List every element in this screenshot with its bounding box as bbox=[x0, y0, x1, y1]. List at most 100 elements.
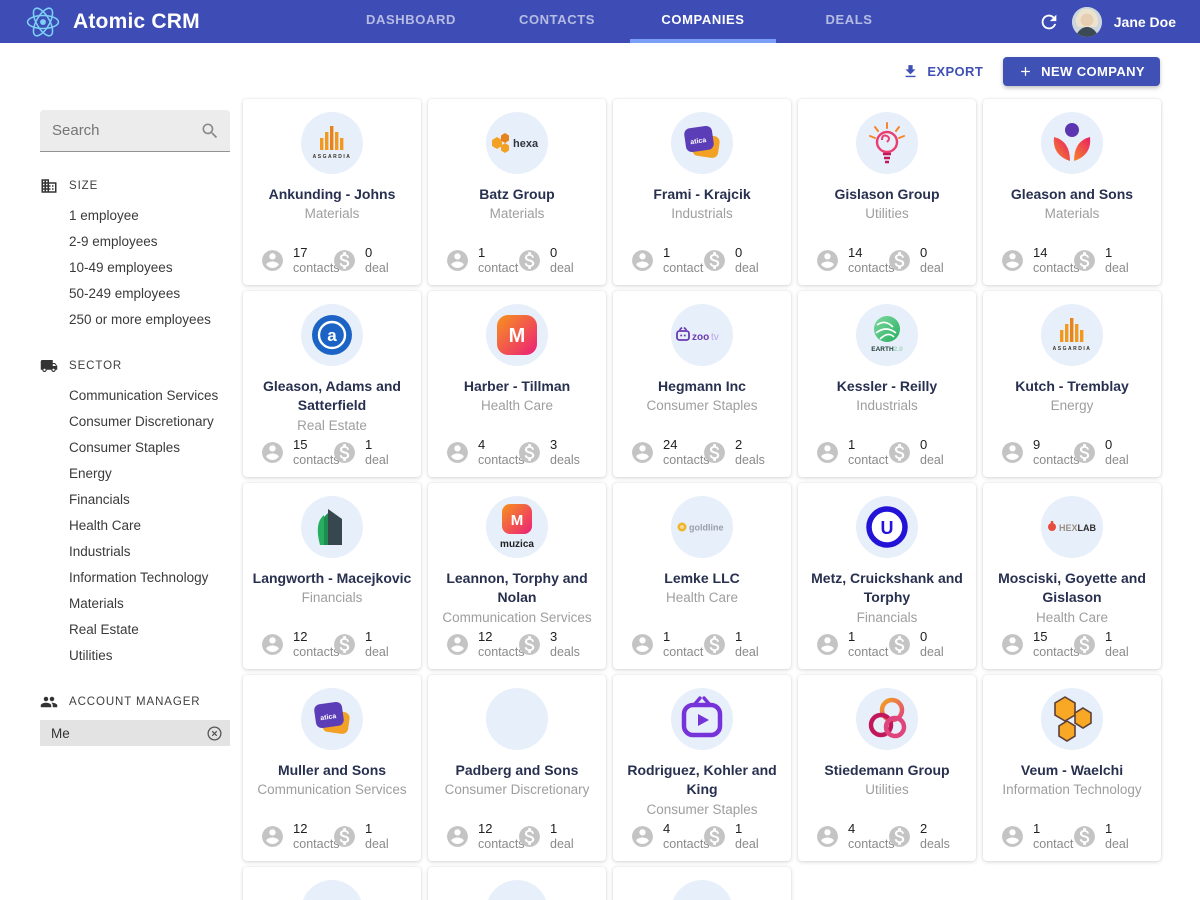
contacts-stat: 12 contacts bbox=[260, 630, 332, 659]
sector-filter-item[interactable]: Real Estate bbox=[69, 616, 230, 642]
company-card[interactable]: Stiedemann Group Utilities 4 contacts bbox=[798, 675, 976, 861]
company-card[interactable]: Padberg and Sons Consumer Discretionary … bbox=[428, 675, 606, 861]
company-card[interactable]: M muzica Leannon, Torphy and Nolan Commu… bbox=[428, 483, 606, 669]
contacts-stat: 12 contacts bbox=[260, 822, 332, 851]
svg-text:muzica: muzica bbox=[500, 539, 534, 550]
company-card[interactable]: U Metz, Cruickshank and Torphy Financial… bbox=[798, 483, 976, 669]
sector-filter-item[interactable]: Utilities bbox=[69, 642, 230, 668]
company-card[interactable] bbox=[243, 867, 421, 900]
sector-filter-item[interactable]: Communication Services bbox=[69, 382, 230, 408]
deals-stat: 1 deal bbox=[1072, 822, 1144, 851]
contacts-stat: 1 contact bbox=[1000, 822, 1072, 851]
company-card[interactable]: atica Frami - Krajcik Industrials 1 cont… bbox=[613, 99, 791, 285]
sector-filter-item[interactable]: Industrials bbox=[69, 538, 230, 564]
filter-section-sector: SECTOR Communication ServicesConsumer Di… bbox=[40, 357, 230, 668]
dollar-icon bbox=[517, 824, 542, 849]
sector-filter-item[interactable]: Health Care bbox=[69, 512, 230, 538]
company-card[interactable] bbox=[613, 867, 791, 900]
company-card[interactable]: EARTH2.0 Kessler - Reilly Industrials 1 … bbox=[798, 291, 976, 477]
contacts-stat: 4 contacts bbox=[630, 822, 702, 851]
deals-stat: 2 deals bbox=[702, 438, 774, 467]
person-icon bbox=[1000, 248, 1025, 273]
sector-filter-item[interactable]: Materials bbox=[69, 590, 230, 616]
sector-filter-item[interactable]: Consumer Staples bbox=[69, 434, 230, 460]
dollar-icon bbox=[517, 248, 542, 273]
contacts-stat: 1 contact bbox=[815, 438, 887, 467]
size-filter-item[interactable]: 10-49 employees bbox=[69, 254, 230, 280]
contacts-stat: 1 contact bbox=[630, 630, 702, 659]
deals-stat: 1 deal bbox=[702, 630, 774, 659]
company-card[interactable]: Gleason and Sons Materials 14 contacts bbox=[983, 99, 1161, 285]
deals-label: deal bbox=[365, 837, 389, 851]
dollar-icon bbox=[332, 632, 357, 657]
nav-tab-companies[interactable]: COMPANIES bbox=[630, 0, 776, 43]
company-card[interactable]: { } bbox=[428, 867, 606, 900]
company-logo bbox=[671, 880, 733, 900]
sector-filter-item[interactable]: Consumer Discretionary bbox=[69, 408, 230, 434]
company-card[interactable]: goldline Lemke LLC Health Care 1 contact bbox=[613, 483, 791, 669]
contacts-count: 1 bbox=[663, 246, 703, 261]
company-card[interactable]: Langworth - Macejkovic Financials 12 con… bbox=[243, 483, 421, 669]
size-filter-item[interactable]: 2-9 employees bbox=[69, 228, 230, 254]
company-card[interactable]: hexa Batz Group Materials 1 contact bbox=[428, 99, 606, 285]
remove-filter-icon[interactable] bbox=[206, 725, 223, 742]
contacts-stat: 4 contacts bbox=[815, 822, 887, 851]
nav-tab-contacts[interactable]: CONTACTS bbox=[484, 0, 630, 43]
person-icon bbox=[260, 824, 285, 849]
nav-tab-dashboard[interactable]: DASHBOARD bbox=[338, 0, 484, 43]
sector-filter-item[interactable]: Information Technology bbox=[69, 564, 230, 590]
svg-text:HEXLAB: HEXLAB bbox=[1059, 523, 1097, 533]
company-name: Kutch - Tremblay bbox=[1015, 377, 1129, 396]
company-sector: Communication Services bbox=[257, 782, 406, 797]
company-card[interactable]: a Gleason, Adams and Satterfield Real Es… bbox=[243, 291, 421, 477]
company-sector: Industrials bbox=[856, 398, 918, 413]
deals-count: 0 bbox=[920, 630, 944, 645]
account-manager-me-chip[interactable]: Me bbox=[40, 720, 230, 746]
company-card[interactable]: M Harber - Tillman Health Care 4 contact… bbox=[428, 291, 606, 477]
company-card[interactable]: ASGARDIA Ankunding - Johns Materials 17 … bbox=[243, 99, 421, 285]
deals-label: deal bbox=[920, 645, 944, 659]
building-icon bbox=[40, 177, 58, 195]
deals-count: 1 bbox=[365, 630, 389, 645]
filter-section-title: SIZE bbox=[69, 180, 98, 192]
person-icon bbox=[260, 632, 285, 657]
deals-count: 0 bbox=[365, 246, 389, 261]
deals-label: deal bbox=[1105, 453, 1129, 467]
sector-filter-item[interactable]: Financials bbox=[69, 486, 230, 512]
svg-text:zoo: zoo bbox=[692, 332, 709, 343]
deals-count: 1 bbox=[1105, 630, 1129, 645]
company-card[interactable]: HEXLAB Mosciski, Goyette and Gislason He… bbox=[983, 483, 1161, 669]
deals-count: 1 bbox=[365, 822, 389, 837]
size-filter-item[interactable]: 50-249 employees bbox=[69, 280, 230, 306]
new-company-button[interactable]: NEW COMPANY bbox=[1003, 57, 1160, 86]
company-card[interactable]: atica Muller and Sons Communication Serv… bbox=[243, 675, 421, 861]
company-sector: Financials bbox=[857, 610, 918, 625]
sector-filter-item[interactable]: Energy bbox=[69, 460, 230, 486]
refresh-button[interactable] bbox=[1038, 11, 1060, 33]
companies-grid: ASGARDIA Ankunding - Johns Materials 17 … bbox=[243, 99, 1171, 900]
size-filter-item[interactable]: 250 or more employees bbox=[69, 306, 230, 332]
company-sector: Communication Services bbox=[442, 610, 591, 625]
company-card[interactable]: Veum - Waelchi Information Technology 1 … bbox=[983, 675, 1161, 861]
nav-tab-deals[interactable]: DEALS bbox=[776, 0, 922, 43]
deals-stat: 0 deal bbox=[517, 246, 589, 275]
contacts-label: contact bbox=[1033, 837, 1073, 851]
filters-sidebar: SIZE 1 employee2-9 employees10-49 employ… bbox=[40, 99, 230, 900]
export-button[interactable]: EXPORT bbox=[902, 63, 983, 80]
contacts-stat: 14 contacts bbox=[815, 246, 887, 275]
company-card[interactable]: Rodriguez, Kohler and King Consumer Stap… bbox=[613, 675, 791, 861]
contacts-count: 1 bbox=[848, 630, 888, 645]
company-name: Gleason and Sons bbox=[1011, 185, 1133, 204]
company-logo: EARTH2.0 bbox=[856, 304, 918, 366]
svg-text:U: U bbox=[881, 518, 894, 538]
size-filter-item[interactable]: 1 employee bbox=[69, 202, 230, 228]
person-icon bbox=[630, 632, 655, 657]
dollar-icon bbox=[332, 248, 357, 273]
company-card[interactable]: zoo tv Hegmann Inc Consumer Staples 24 c… bbox=[613, 291, 791, 477]
company-logo: HEXLAB bbox=[1041, 496, 1103, 558]
deals-label: deal bbox=[365, 261, 389, 275]
company-card[interactable]: ASGARDIA Kutch - Tremblay Energy 9 conta… bbox=[983, 291, 1161, 477]
company-card[interactable]: Gislason Group Utilities 14 contacts bbox=[798, 99, 976, 285]
avatar[interactable] bbox=[1072, 7, 1102, 37]
deals-label: deal bbox=[735, 261, 759, 275]
